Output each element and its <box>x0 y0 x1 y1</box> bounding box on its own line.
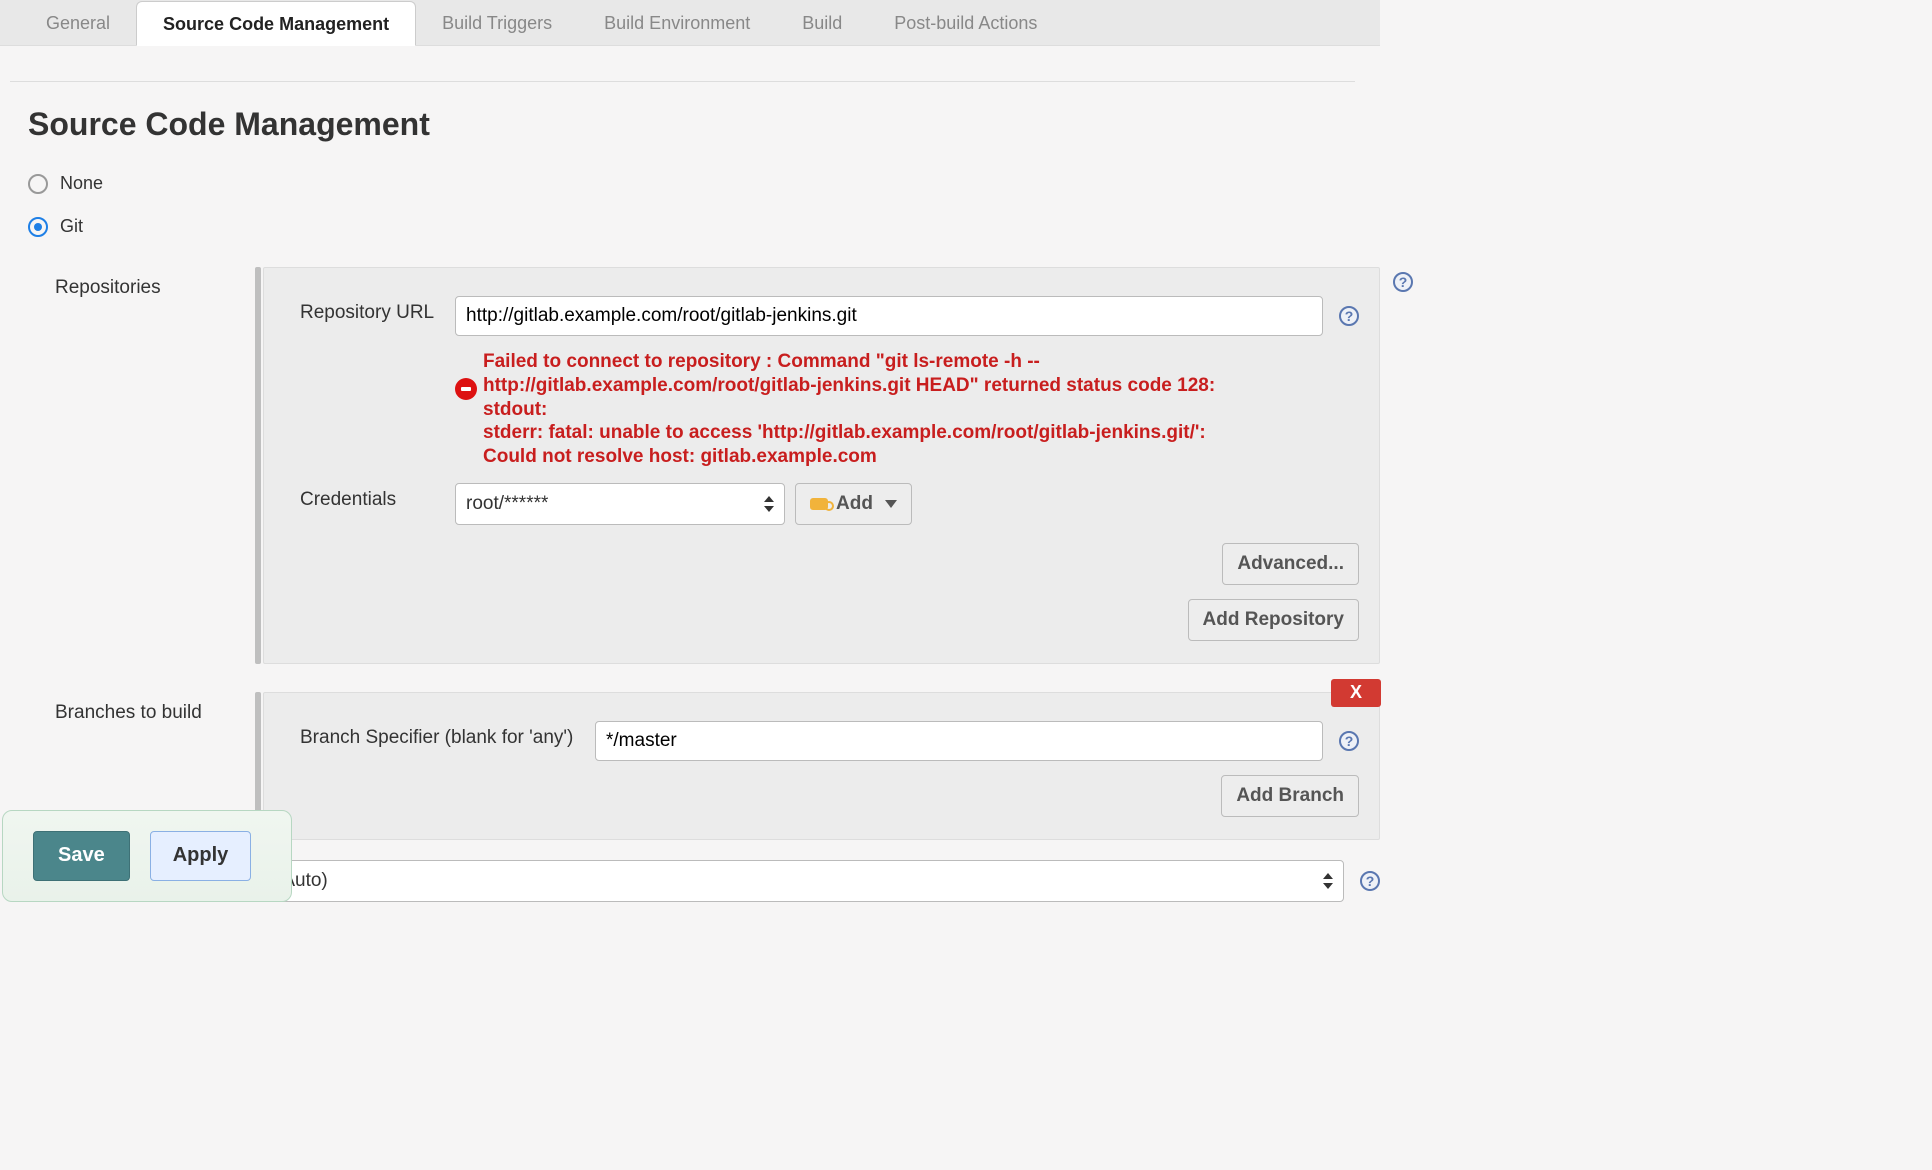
repo-url-error: Failed to connect to repository : Comman… <box>455 350 1359 469</box>
add-repository-button[interactable]: Add Repository <box>1188 599 1359 641</box>
branch-specifier-input[interactable] <box>595 721 1323 761</box>
repository-panel: ? Repository URL ? Failed to connect to … <box>263 267 1380 664</box>
scm-option-git-label: Git <box>60 216 83 237</box>
add-repository-button-label: Add Repository <box>1203 609 1344 631</box>
repositories-label: Repositories <box>55 267 255 299</box>
branches-label: Branches to build <box>55 692 255 724</box>
divider <box>10 81 1355 82</box>
help-icon[interactable]: ? <box>1339 731 1359 751</box>
help-icon[interactable]: ? <box>1339 306 1359 326</box>
add-credentials-label: Add <box>836 493 873 515</box>
advanced-button[interactable]: Advanced... <box>1222 543 1359 585</box>
scm-option-none-label: None <box>60 173 103 194</box>
repo-url-error-text: Failed to connect to repository : Comman… <box>483 350 1243 469</box>
add-branch-button-label: Add Branch <box>1236 785 1344 807</box>
key-icon <box>810 498 828 510</box>
credentials-select[interactable]: root/****** <box>455 483 785 525</box>
tab-general[interactable]: General <box>20 1 136 46</box>
add-branch-button[interactable]: Add Branch <box>1221 775 1359 817</box>
tab-post-build-actions[interactable]: Post-build Actions <box>868 1 1063 46</box>
credentials-label: Credentials <box>300 483 455 511</box>
repo-url-row: Repository URL ? <box>300 296 1359 336</box>
add-credentials-button[interactable]: Add <box>795 483 912 525</box>
delete-branch-button[interactable]: X <box>1331 679 1381 707</box>
repo-url-input[interactable] <box>455 296 1323 336</box>
apply-button[interactable]: Apply <box>150 831 252 881</box>
chevron-updown-icon <box>1323 873 1333 889</box>
advanced-button-label: Advanced... <box>1237 553 1344 575</box>
section-title: Source Code Management <box>28 106 1380 143</box>
save-panel: Save Apply <box>2 810 292 902</box>
tabs: General Source Code Management Build Tri… <box>0 0 1380 46</box>
tab-build-triggers[interactable]: Build Triggers <box>416 1 578 46</box>
radio-icon <box>28 217 48 237</box>
save-button-label: Save <box>58 844 105 866</box>
scm-option-git[interactable]: Git <box>28 216 1380 237</box>
error-icon <box>455 378 477 400</box>
close-icon: X <box>1350 682 1362 703</box>
scm-radio-group: None Git <box>28 173 1380 237</box>
branch-panel: X Branch Specifier (blank for 'any') ? A… <box>263 692 1380 840</box>
save-button[interactable]: Save <box>33 831 130 881</box>
radio-icon <box>28 174 48 194</box>
credentials-row: Credentials root/****** Add <box>300 483 1359 525</box>
repo-url-label: Repository URL <box>300 296 455 324</box>
tab-scm[interactable]: Source Code Management <box>136 1 416 46</box>
credentials-selected-value: root/****** <box>466 493 548 515</box>
help-icon[interactable]: ? <box>1393 272 1413 292</box>
tab-build[interactable]: Build <box>776 1 868 46</box>
branch-specifier-label: Branch Specifier (blank for 'any') <box>300 721 595 749</box>
chevron-updown-icon <box>764 496 774 512</box>
repositories-block: Repositories ? Repository URL ? Failed t… <box>55 267 1380 664</box>
branch-specifier-row: Branch Specifier (blank for 'any') ? <box>300 721 1359 761</box>
page: General Source Code Management Build Tri… <box>0 0 1380 902</box>
apply-button-label: Apply <box>173 844 229 866</box>
help-icon[interactable]: ? <box>1360 871 1380 891</box>
drag-handle[interactable] <box>255 267 261 664</box>
repository-browser-select[interactable]: (Auto) <box>265 860 1344 902</box>
tab-build-environment[interactable]: Build Environment <box>578 1 776 46</box>
chevron-down-icon <box>885 500 897 508</box>
scm-option-none[interactable]: None <box>28 173 1380 194</box>
repo-buttons: Advanced... Add Repository <box>300 543 1359 641</box>
